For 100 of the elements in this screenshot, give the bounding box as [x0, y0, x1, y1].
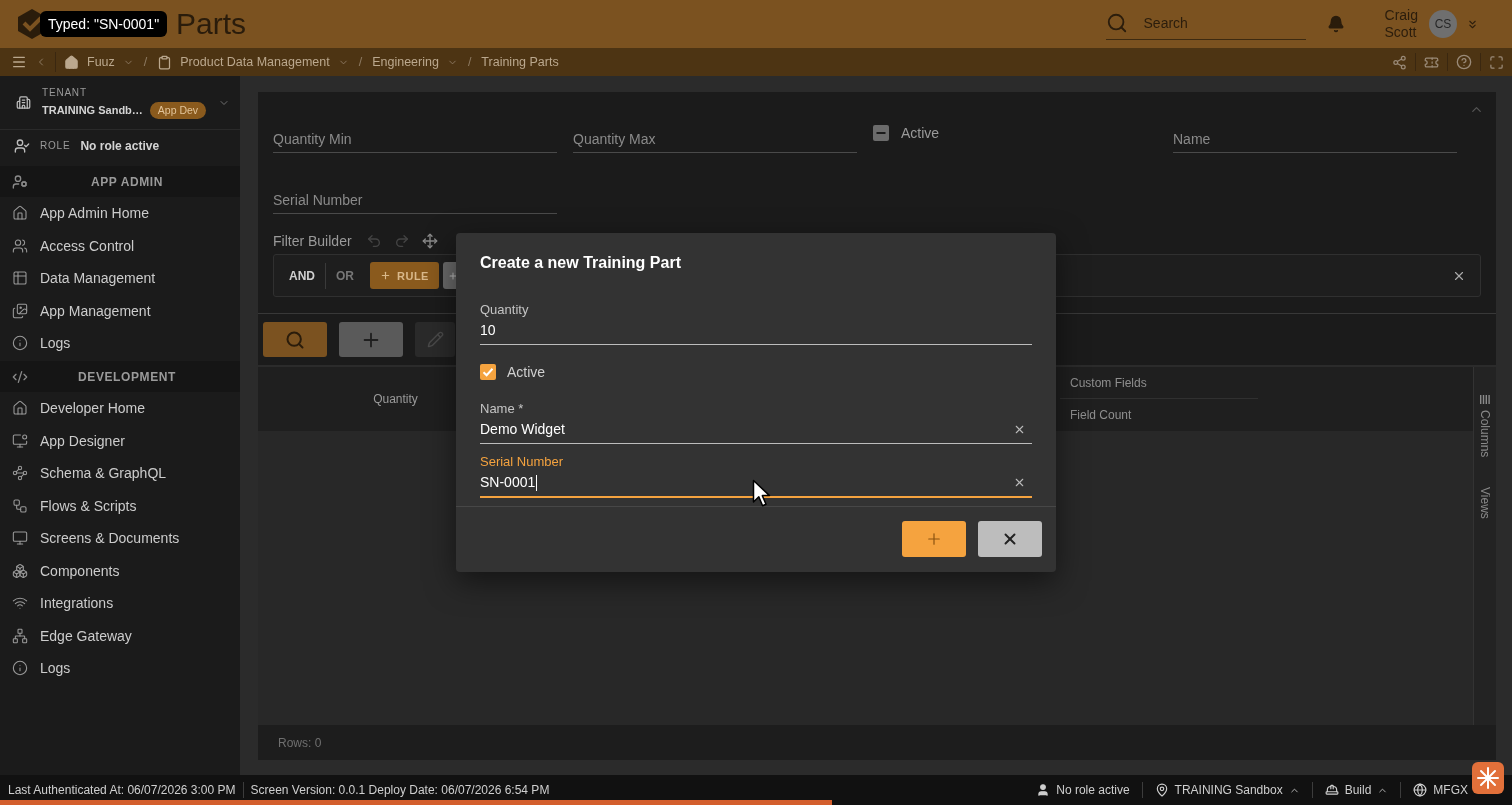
hard-hat-icon: [1324, 783, 1339, 797]
boxes-icon: [12, 562, 28, 579]
globe-icon: [1413, 783, 1428, 797]
clear-icon[interactable]: [1013, 423, 1026, 436]
clipboard-icon: [157, 54, 173, 70]
users-icon: [12, 237, 28, 254]
search-icon: [285, 329, 305, 350]
text-field[interactable]: Demo Widget: [480, 416, 1032, 444]
dialog-title: Create a new Training Part: [479, 253, 682, 273]
breadcrumb-separator: /: [358, 55, 363, 69]
active-checkbox[interactable]: [480, 364, 496, 380]
move-icon[interactable]: [421, 233, 438, 249]
sidebar-item[interactable]: App Designer: [0, 424, 240, 457]
help-icon[interactable]: [1456, 54, 1472, 70]
status-text: No role active: [1056, 783, 1130, 797]
side-tab[interactable]: Views: [1478, 487, 1492, 520]
undo-icon[interactable]: [365, 233, 382, 249]
sidebar-item[interactable]: Logs: [0, 327, 240, 360]
create-button[interactable]: [902, 521, 966, 557]
redo-icon[interactable]: [393, 233, 410, 249]
share-icon[interactable]: [1392, 54, 1407, 70]
pencil-icon: [426, 331, 444, 348]
search-field[interactable]: Search: [1143, 12, 1306, 33]
sidebar-item[interactable]: Edge Gateway: [0, 619, 240, 652]
bell-icon[interactable]: [1326, 15, 1345, 33]
sidebar-item[interactable]: App Management: [0, 294, 240, 327]
sidebar-item[interactable]: Access Control: [0, 229, 240, 262]
building-icon: [16, 95, 31, 110]
checkbox-label: Active: [901, 125, 940, 141]
ticket-icon[interactable]: [1424, 54, 1439, 70]
status-text: Build: [1344, 783, 1372, 797]
map-pin-icon: [1154, 783, 1169, 797]
sidebar-item[interactable]: Schema & GraphQL: [0, 457, 240, 490]
logic-toggle[interactable]: AND: [289, 268, 315, 283]
person-icon: [1036, 783, 1051, 797]
status-text: Last Authenticated At: 06/07/2026 3:00 PM: [8, 783, 236, 797]
breadcrumb-link[interactable]: Training Parts: [481, 55, 559, 69]
role-value: No role active: [80, 138, 160, 154]
sidebar-item[interactable]: Integrations: [0, 587, 240, 620]
workflow-icon: [12, 497, 28, 514]
section-title: DEVELOPMENT: [77, 369, 177, 384]
nodes-icon: [12, 465, 28, 482]
search-button[interactable]: [263, 322, 327, 357]
network-icon: [12, 627, 28, 644]
monitor-icon: [12, 432, 28, 449]
breadcrumb-link[interactable]: Product Data Management: [180, 55, 330, 69]
status-text: TRAINING Sandbox: [1174, 783, 1283, 797]
side-tab[interactable]: Columns: [1478, 410, 1492, 458]
home-icon: [12, 400, 28, 417]
sidebar-item[interactable]: Logs: [0, 652, 240, 685]
fullscreen-icon[interactable]: [1489, 54, 1504, 70]
user-check-icon: [14, 138, 30, 154]
sidebar-item[interactable]: Screens & Documents: [0, 522, 240, 555]
filter-input[interactable]: Quantity Max: [573, 125, 857, 153]
info-icon: [12, 335, 28, 352]
checkbox-label: Active: [507, 364, 546, 380]
code-icon: [12, 368, 28, 385]
typed-tooltip: Typed: "SN-0001": [40, 11, 168, 37]
breadcrumb-separator: /: [467, 55, 472, 69]
field-label: Quantity: [480, 302, 530, 317]
clear-icon[interactable]: [1013, 476, 1026, 489]
search-icon: [1105, 11, 1128, 34]
user-name: Craig Scott: [1384, 7, 1418, 41]
breadcrumb-link[interactable]: Fuuz: [87, 55, 115, 69]
field-label: Name *: [480, 401, 525, 416]
filter-checkbox[interactable]: [873, 125, 889, 141]
close-icon: [1001, 530, 1019, 548]
user-gear-icon: [12, 173, 28, 190]
filter-input[interactable]: Quantity Min: [273, 125, 557, 153]
filter-input[interactable]: Serial Number: [273, 186, 557, 214]
text-cursor-icon: [536, 474, 538, 491]
sidebar-item[interactable]: Data Management: [0, 262, 240, 295]
sparkle-icon[interactable]: [1472, 762, 1504, 794]
tenant-badge: App Dev: [149, 101, 207, 119]
monitor-icon: [12, 530, 28, 547]
plus-icon: [380, 270, 391, 281]
home-icon: [64, 54, 79, 70]
add-button[interactable]: [339, 322, 403, 357]
breadcrumb-separator: /: [143, 55, 148, 69]
sidebar-item[interactable]: Flows & Scripts: [0, 489, 240, 522]
breadcrumb-link[interactable]: Engineering: [372, 55, 439, 69]
tenant-name: TRAINING Sandb…: [42, 102, 143, 118]
images-icon: [12, 302, 28, 319]
sidebar-item[interactable]: Components: [0, 554, 240, 587]
logic-toggle[interactable]: OR: [336, 268, 354, 283]
status-text: MFGX: [1433, 783, 1468, 797]
sidebar-item[interactable]: App Admin Home: [0, 197, 240, 230]
filter-builder-label: Filter Builder: [273, 233, 352, 249]
column-header[interactable]: Field Count: [1060, 399, 1258, 431]
row-count: Rows: 0: [278, 735, 322, 750]
field-label: Serial Number: [480, 454, 565, 469]
cancel-button[interactable]: [978, 521, 1042, 557]
sidebar-item[interactable]: Developer Home: [0, 392, 240, 425]
wifi-icon: [12, 595, 28, 612]
tenant-label: TENANT: [42, 86, 88, 99]
menu-icon[interactable]: [11, 54, 27, 70]
status-text: Screen Version: 0.0.1 Deploy Date: 06/07/2026 6:54 PM: [250, 783, 550, 797]
table-icon: [12, 270, 28, 287]
filter-input[interactable]: Name: [1173, 125, 1457, 153]
column-group-header: Custom Fields: [1060, 367, 1258, 399]
